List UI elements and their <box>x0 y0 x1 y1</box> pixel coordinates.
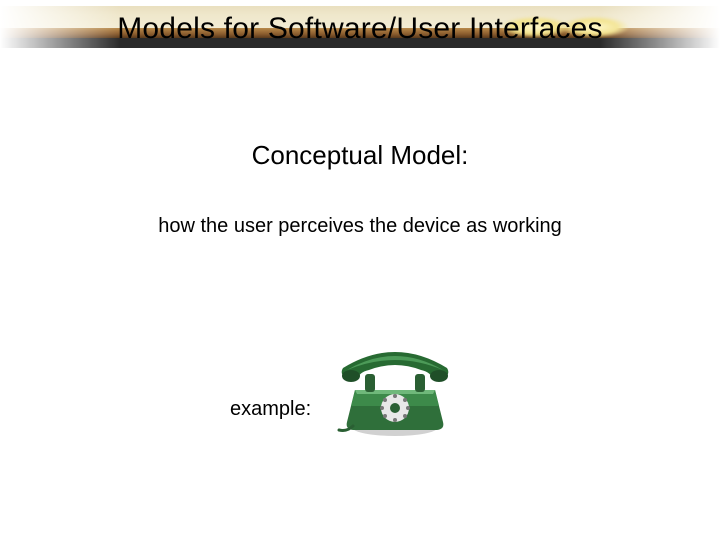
example-row: example: <box>230 330 455 440</box>
slide-subtitle: Conceptual Model: <box>0 140 720 171</box>
slide-title: Models for Software/User Interfaces <box>0 12 720 46</box>
telephone-icon <box>325 330 455 440</box>
slide-body-text: how the user perceives the device as wor… <box>0 215 720 238</box>
example-label: example: <box>230 350 311 421</box>
slide: Models for Software/User Interfaces Conc… <box>0 0 720 540</box>
